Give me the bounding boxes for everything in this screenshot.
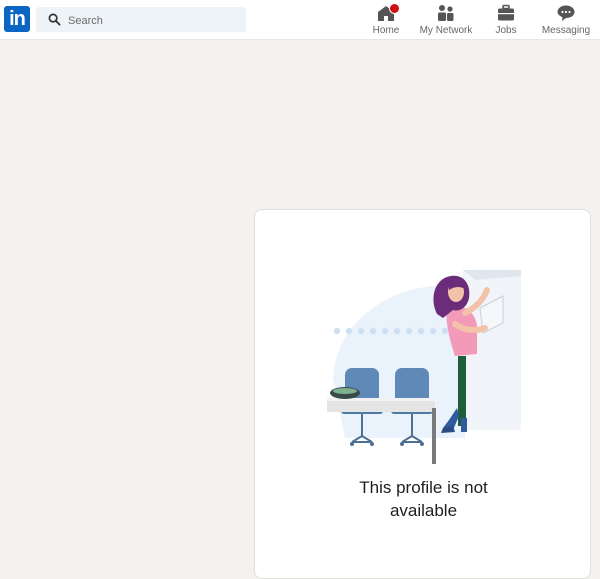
network-icon [438,5,454,21]
nav-label-home: Home [372,25,400,36]
nav-label-jobs: Jobs [495,25,517,36]
search-input[interactable] [66,10,240,31]
profile-unavailable-message: This profile is not available [255,476,592,522]
nav-label-messaging: Messaging [541,25,591,36]
nav-item-messaging[interactable]: Messaging [540,2,592,38]
profile-unavailable-card: This profile is not available [254,209,591,579]
linkedin-logo[interactable]: in [4,6,30,32]
nav-item-jobs[interactable]: Jobs [491,2,521,38]
nav-label-my-network: My Network [419,25,473,36]
global-nav: in Home My Network Jobs [0,0,600,40]
briefcase-icon [498,4,514,21]
nav-item-my-network[interactable]: My Network [418,2,474,38]
nav-item-home[interactable]: Home [370,2,402,38]
search-bar[interactable] [36,7,246,32]
message-line-1: This profile is not [359,478,488,497]
person-leaning-by-chairs-illustration [327,270,521,464]
search-icon [48,13,61,26]
chat-icon [557,5,575,21]
notification-badge [389,3,400,14]
message-line-2: available [389,501,458,520]
